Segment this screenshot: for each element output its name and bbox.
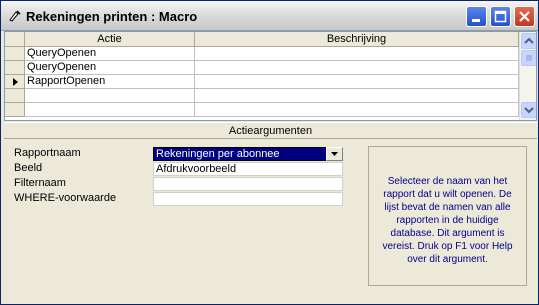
column-header-beschrijving[interactable]: Beschrijving	[195, 32, 519, 47]
minimize-button[interactable]	[466, 6, 487, 27]
minimize-icon	[472, 19, 480, 22]
grip-icon	[526, 55, 532, 61]
row-selector[interactable]	[5, 47, 25, 61]
where-voorwaarde-label: WHERE-voorwaarde	[14, 192, 117, 204]
close-icon	[519, 11, 530, 22]
window-title: Rekeningen printen : Macro	[26, 9, 198, 24]
maximize-icon	[494, 10, 507, 23]
action-arguments-header: Actieargumenten	[4, 122, 537, 139]
macro-icon	[9, 10, 21, 22]
scroll-up-icon	[524, 37, 534, 44]
beschrijving-cell[interactable]	[195, 103, 519, 117]
actie-cell[interactable]: RapportOpenen	[25, 75, 195, 89]
grid-vertical-scrollbar[interactable]	[519, 32, 536, 120]
rapportnaam-select[interactable]: Rekeningen per abonnee	[153, 147, 343, 161]
scroll-down-icon	[524, 107, 534, 114]
macro-window: Rekeningen printen : Macro Actie Beschri…	[0, 0, 539, 305]
chevron-down-icon	[331, 152, 338, 156]
row-pointer-icon	[13, 78, 18, 86]
title-bar[interactable]: Rekeningen printen : Macro	[1, 1, 538, 31]
beschrijving-cell[interactable]	[195, 61, 519, 75]
close-button[interactable]	[514, 6, 535, 27]
row-selector[interactable]	[5, 75, 25, 89]
scroll-down-button[interactable]	[521, 102, 536, 118]
scroll-up-button[interactable]	[521, 33, 536, 49]
scroll-thumb[interactable]	[521, 50, 536, 66]
actie-cell[interactable]: QueryOpenen	[25, 61, 195, 75]
where-voorwaarde-field[interactable]	[153, 192, 343, 206]
beschrijving-cell[interactable]	[195, 47, 519, 61]
filternaam-field[interactable]	[153, 177, 343, 191]
row-selector[interactable]	[5, 89, 25, 103]
divider	[4, 138, 537, 139]
actie-cell[interactable]	[25, 89, 195, 103]
rapportnaam-label: Rapportnaam	[14, 147, 81, 159]
beschrijving-cell[interactable]	[195, 89, 519, 103]
column-header-actie[interactable]: Actie	[25, 32, 195, 47]
rapportnaam-dropdown-button[interactable]	[326, 147, 343, 161]
maximize-button[interactable]	[490, 6, 511, 27]
actie-cell[interactable]	[25, 103, 195, 117]
filternaam-label: Filternaam	[14, 177, 66, 189]
beschrijving-cell[interactable]	[195, 75, 519, 89]
actie-cell[interactable]: QueryOpenen	[25, 47, 195, 61]
macro-action-grid: Actie Beschrijving QueryOpenen QueryOpen…	[4, 31, 537, 121]
argument-help-text: Selecteer de naam van het rapport dat u …	[368, 146, 527, 286]
row-selector[interactable]	[5, 61, 25, 75]
beeld-field[interactable]: Afdrukvoorbeeld	[153, 162, 343, 176]
row-selector-header	[5, 32, 25, 47]
row-selector[interactable]	[5, 103, 25, 117]
beeld-label: Beeld	[14, 162, 43, 174]
